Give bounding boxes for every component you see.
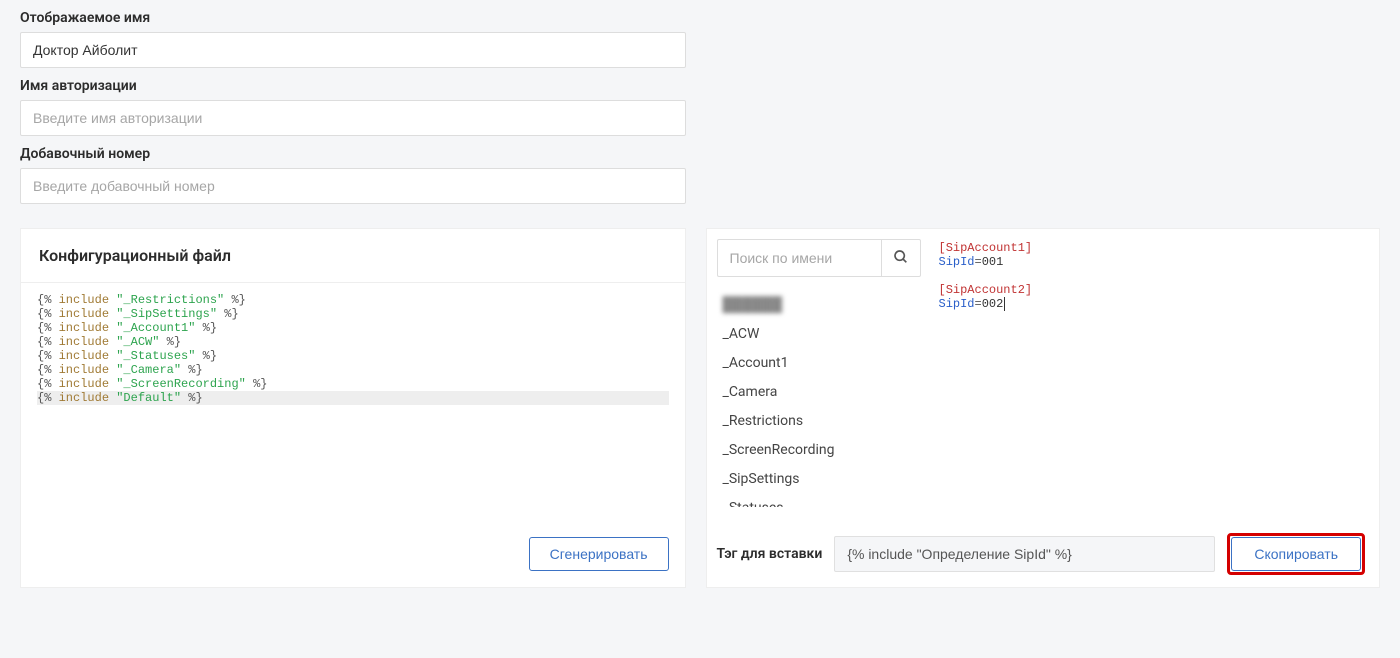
tag-label: Тэг для вставки [717,546,823,562]
templates-left-col: ██████_ACW_Account1_Camera_Restrictions_… [717,239,921,517]
preview-line: SipId=002 [939,297,1366,311]
config-code-line: {% include "_Camera" %} [37,363,669,377]
templates-list[interactable]: ██████_ACW_Account1_Camera_Restrictions_… [717,291,921,507]
template-list-item[interactable]: _Account1 [717,349,921,378]
template-list-item[interactable]: _SipSettings [717,465,921,494]
config-code-line: {% include "_SipSettings" %} [37,307,669,321]
copy-button-highlight: Скопировать [1227,533,1365,575]
templates-card: ██████_ACW_Account1_Camera_Restrictions_… [706,228,1381,588]
copy-button[interactable]: Скопировать [1231,537,1361,571]
ext-number-group: Добавочный номер [20,146,1380,204]
ext-number-input[interactable] [20,168,686,204]
search-button[interactable] [881,239,921,277]
config-code-line: {% include "_Statuses" %} [37,349,669,363]
auth-name-label: Имя авторизации [20,78,1380,94]
preview-line: [SipAccount1] [939,241,1366,255]
ext-number-label: Добавочный номер [20,146,1380,162]
templates-list-wrap: ██████_ACW_Account1_Camera_Restrictions_… [717,291,921,507]
config-code-line: {% include "_ScreenRecording" %} [37,377,669,391]
search-row [717,239,921,277]
template-list-item[interactable]: _Statuses [717,494,921,507]
template-list-item[interactable]: _Camera [717,378,921,407]
display-name-input[interactable] [20,32,686,68]
config-code-line: {% include "_Restrictions" %} [37,293,669,307]
config-code-line: {% include "Default" %} [37,391,669,405]
panels: Конфигурационный файл {% include "_Restr… [0,228,1400,608]
preview-line: [SipAccount2] [939,283,1366,297]
auth-name-group: Имя авторизации [20,78,1380,136]
preview-line: SipId=001 [939,255,1366,269]
top-form: Отображаемое имя Имя авторизации Добавоч… [0,10,1400,218]
template-list-item[interactable]: _Restrictions [717,407,921,436]
display-name-label: Отображаемое имя [20,10,1380,26]
search-input[interactable] [717,239,881,277]
display-name-group: Отображаемое имя [20,10,1380,68]
config-code-area[interactable]: {% include "_Restrictions" %}{% include … [21,283,685,523]
template-list-item[interactable]: ██████ [717,291,921,320]
template-preview: [SipAccount1]SipId=001 [SipAccount2]SipI… [939,239,1366,517]
config-title: Конфигурационный файл [21,229,685,283]
config-footer: Сгенерировать [21,523,685,587]
generate-button[interactable]: Сгенерировать [529,537,669,571]
search-icon [893,249,909,268]
template-list-item[interactable]: _ScreenRecording [717,436,921,465]
config-card: Конфигурационный файл {% include "_Restr… [20,228,686,588]
preview-line [939,269,1366,283]
templates-footer: Тэг для вставки Скопировать [717,517,1366,575]
auth-name-input[interactable] [20,100,686,136]
tag-input[interactable] [834,536,1215,572]
config-code-line: {% include "_ACW" %} [37,335,669,349]
config-code-line: {% include "_Account1" %} [37,321,669,335]
template-list-item[interactable]: _ACW [717,320,921,349]
templates-top: ██████_ACW_Account1_Camera_Restrictions_… [717,239,1366,517]
